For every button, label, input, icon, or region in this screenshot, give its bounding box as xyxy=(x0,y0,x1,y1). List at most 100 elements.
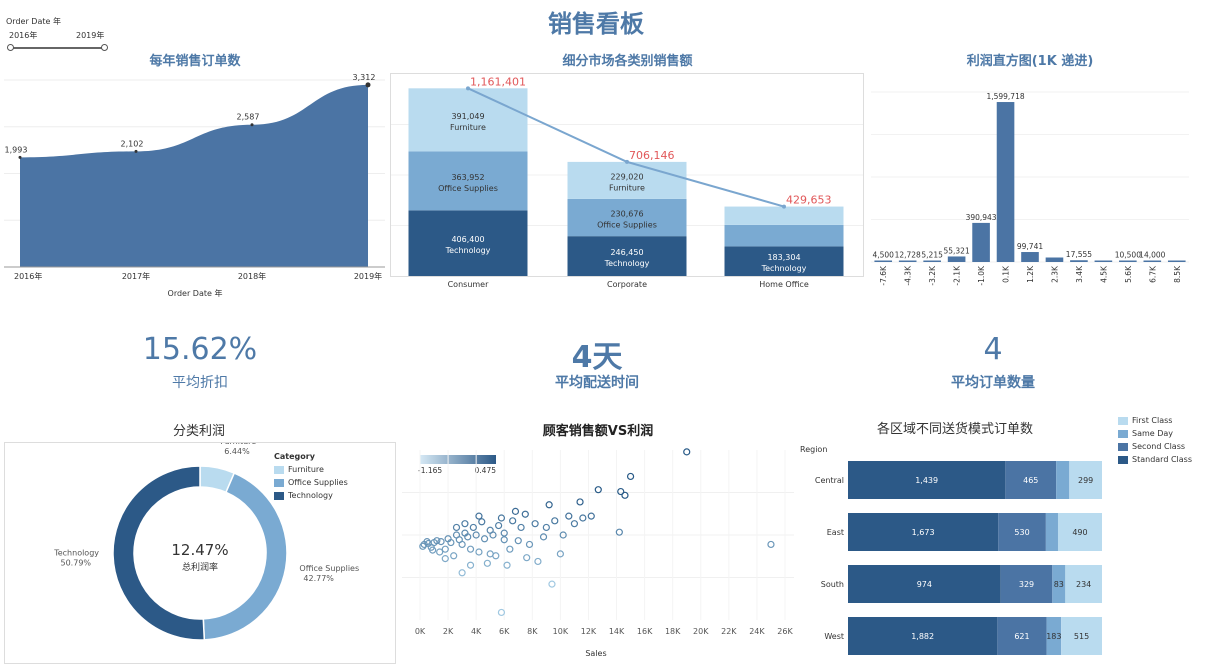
bar-value-label: 4,500 xyxy=(872,251,894,260)
scatter-point xyxy=(483,559,491,567)
shipmode-value-label: 183 xyxy=(1046,632,1061,641)
x-tick-label: -3.2K xyxy=(928,265,937,286)
filter-label: Order Date 年 xyxy=(6,17,61,26)
x-tick-label: 12K xyxy=(581,627,597,636)
slice-value-label: 42.77% xyxy=(303,574,334,583)
x-tick-label: 22K xyxy=(721,627,737,636)
shipmode-value-label: 329 xyxy=(1019,580,1034,589)
scatter-point xyxy=(525,540,534,549)
segment-value-label: 230,676 xyxy=(610,210,643,219)
second-class-swatch xyxy=(1118,442,1128,451)
scatter-point xyxy=(458,569,466,577)
legend-item-second-class: Second Class xyxy=(1118,442,1198,455)
scatter-point xyxy=(767,540,775,549)
shipmode-value-label: 1,673 xyxy=(912,528,935,537)
segment-series-label: Furniture xyxy=(609,183,645,192)
data-point xyxy=(18,155,22,159)
category-label: Home Office xyxy=(759,280,809,289)
segment-value-label: 363,952 xyxy=(451,173,484,182)
x-tick-label: 10K xyxy=(553,627,569,636)
segment-value-label: 183,304 xyxy=(767,253,800,262)
scatter-point xyxy=(495,521,503,530)
x-tick-label: 4K xyxy=(471,627,482,636)
data-point xyxy=(365,82,371,88)
data-label: 2,102 xyxy=(121,139,144,148)
donut-center-value: 12.47% xyxy=(171,541,228,559)
shipmode-value-label: 530 xyxy=(1014,528,1029,537)
bar-value-label: 17,555 xyxy=(1066,250,1092,259)
histogram-bar xyxy=(923,260,941,262)
kpi-avg-orders-label: 平均订单数量 xyxy=(951,375,1035,391)
total-label: 429,653 xyxy=(786,194,832,207)
scatter-point xyxy=(576,498,584,506)
scatter-point xyxy=(565,512,573,520)
shipmode-value-label: 490 xyxy=(1072,528,1087,537)
shipmode-value-label: 465 xyxy=(1023,476,1038,485)
region-label: East xyxy=(827,528,844,537)
histogram-bar xyxy=(1070,260,1088,262)
legend-label: Second Class xyxy=(1132,442,1186,451)
legend-item-technology: Technology xyxy=(274,491,384,504)
segment-stacked-bar-chart: 406,400 Technology 363,952 Office Supplies 3… xyxy=(390,73,864,289)
histogram-bar xyxy=(898,260,917,262)
x-axis-title: Order Date 年 xyxy=(168,288,223,298)
shipmode-value-label: 974 xyxy=(917,580,932,589)
legend-label: Furniture xyxy=(288,465,324,474)
color-legend-bar xyxy=(420,455,496,464)
scatter-point xyxy=(503,561,511,569)
scatter-point xyxy=(436,548,444,556)
segment-bar xyxy=(724,206,844,225)
y-axis-title: Region xyxy=(800,445,827,454)
bar-value-label: 1,599,718 xyxy=(986,92,1024,101)
total-label: 1,161,401 xyxy=(470,75,526,88)
histogram-bar xyxy=(972,222,990,262)
x-tick-label: 4.5K xyxy=(1099,265,1108,283)
filter-slider-track[interactable] xyxy=(10,47,104,49)
profit-histogram-chart: 4,500 -7.6K 12,728 -4.3K 5,215 -3.2K 55,321 -2.… xyxy=(871,91,1189,286)
scatter-point xyxy=(452,523,461,532)
scatter-point xyxy=(545,501,553,509)
scatter-point xyxy=(469,523,477,532)
slice-name-label: Furniture xyxy=(220,442,256,446)
shipmode-legend: First Class Same Day Second Class Standa… xyxy=(1118,416,1198,468)
scatter-point xyxy=(475,512,483,520)
kpi-avg-orders-value: 4 xyxy=(983,332,1003,367)
orders-area-chart: 1,993 2016年 2,102 2017年 2,587 2018年 3,312 2019年… xyxy=(4,73,385,298)
shipmode-value-label: 1,882 xyxy=(911,632,934,641)
kpi-avg-delivery-value: 4天 xyxy=(571,340,623,375)
scatter-point xyxy=(509,517,517,525)
slice-value-label: 50.79% xyxy=(61,559,92,568)
kpi-avg-discount-value: 15.62% xyxy=(142,332,258,367)
color-legend-min: -1.165 xyxy=(418,466,442,475)
bar-value-label: 12,728 xyxy=(895,251,921,260)
scatter-point xyxy=(531,520,539,528)
furniture-swatch xyxy=(274,465,284,474)
region-shipmode-bar-chart: Region Central 1,439 465 299 East 1,673 530 490 S… xyxy=(800,445,1102,655)
legend-label: Office Supplies xyxy=(288,478,348,487)
x-tick-label: 2K xyxy=(443,627,454,636)
histogram-bar xyxy=(874,260,893,262)
x-tick-label: 18K xyxy=(665,627,681,636)
histogram-bar xyxy=(1143,260,1162,262)
scatter-title: 顾客销售额VS利润 xyxy=(542,424,654,439)
legend-label: Technology xyxy=(288,491,333,500)
legend-item-first-class: First Class xyxy=(1118,416,1198,429)
scatter-point xyxy=(466,545,475,553)
scatter-point xyxy=(551,517,559,525)
region-label: West xyxy=(824,632,844,641)
scatter-point xyxy=(621,491,629,499)
bar-value-label: 14,000 xyxy=(1139,251,1165,260)
scatter-point xyxy=(480,535,489,543)
histogram-bar xyxy=(1045,257,1064,262)
first-class-swatch xyxy=(1118,416,1128,425)
x-tick-label: 3.4K xyxy=(1075,265,1084,283)
x-tick-label: 5.6K xyxy=(1124,265,1133,283)
scatter-point xyxy=(475,548,483,556)
segment-series-label: Technology xyxy=(761,264,807,273)
segment-series-label: Office Supplies xyxy=(597,221,657,230)
x-tick-label: 8K xyxy=(527,627,538,636)
legend-label: Standard Class xyxy=(1132,455,1192,464)
slice-name-label: Technology xyxy=(53,549,99,558)
slice-value-label: 6.44% xyxy=(224,447,250,456)
data-label: 3,312 xyxy=(353,73,376,82)
